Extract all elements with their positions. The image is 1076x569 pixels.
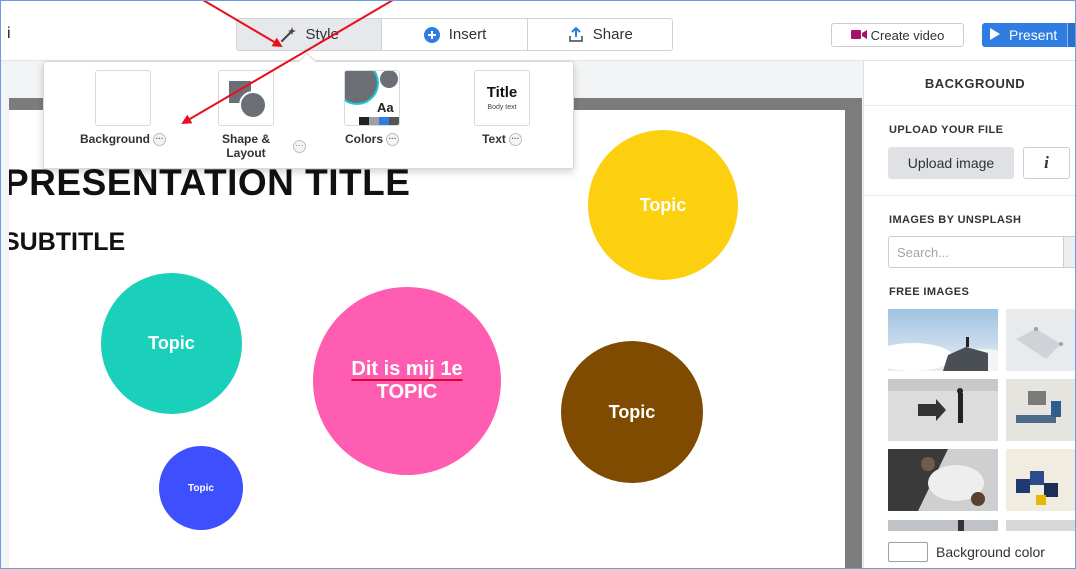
create-video-label: Create video [870,27,945,43]
background-color-control[interactable]: Background color [888,542,1045,562]
shape-layout-option-label: Shape & Layout [221,132,270,160]
colors-option-label: Colors [344,132,383,146]
background-option-label: Background [80,132,151,146]
create-video-button[interactable]: Create video [831,23,964,47]
topic-bubble-pink[interactable]: Dit is mij 1e TOPIC [313,287,501,475]
topic-bubble-brown[interactable]: Topic [561,341,703,483]
free-image-thumbnail[interactable] [888,519,998,531]
topic-bubble-teal[interactable]: Topic [101,273,242,414]
sidebar-divider [864,195,1076,196]
colors-thumb-text: Aa [377,100,394,115]
share-upload-icon [567,26,585,44]
magic-wand-icon [279,26,297,44]
topic-bubble-blue[interactable]: Topic [159,446,243,530]
background-thumbnail[interactable] [95,70,151,126]
sidebar-header: BACKGROUND [864,61,1076,106]
text-thumb-title: Title [486,84,518,101]
shape-layout-thumbnail[interactable] [218,70,274,126]
upload-image-button[interactable]: Upload image [888,147,1014,179]
free-image-thumbnail[interactable] [888,449,998,511]
slide-subtitle[interactable]: SUBTITLE [9,228,125,257]
present-label: Present [1009,27,1058,43]
text-thumbnail[interactable]: Title Body text [474,70,530,126]
text-more-button[interactable]: ··· [508,133,522,147]
main-tab-group: Style Insert Share [236,18,673,51]
style-panel: Background ··· Shape & Layout ··· Aa Colo… [43,61,574,169]
shape-layout-more-button[interactable]: ··· [293,140,306,153]
style-option-background[interactable]: Background ··· [80,70,167,147]
topic-bubble-yellow[interactable]: Topic [588,130,738,280]
topic-label: Topic [148,333,195,353]
app-title: i [7,25,11,42]
free-image-thumbnail[interactable] [1006,379,1076,441]
tab-insert[interactable]: Insert [382,19,528,50]
top-bar: i Style Insert Share Create video Presen… [1,1,1076,61]
free-images-heading: FREE IMAGES [889,286,970,298]
background-color-swatch[interactable] [888,542,928,562]
video-camera-icon [850,28,867,43]
upload-heading: UPLOAD YOUR FILE [889,124,1004,136]
background-color-label: Background color [936,544,1045,560]
topic-label: Topic [639,194,687,215]
free-image-thumbnail[interactable] [1006,519,1076,531]
image-search-input[interactable] [888,236,1064,268]
style-option-text[interactable]: Title Body text Text ··· [474,70,530,147]
present-dropdown-toggle[interactable] [1067,23,1076,47]
text-thumb-body: Body text [487,104,517,111]
background-sidebar: BACKGROUND UPLOAD YOUR FILE Upload image… [863,61,1076,568]
style-option-shape-layout[interactable]: Shape & Layout [216,70,276,160]
free-image-thumbnail[interactable] [888,379,998,441]
slide-canvas[interactable]: PRESENTATION TITLE SUBTITLE Topic Topic … [9,110,845,568]
present-button[interactable]: Present [982,23,1076,47]
tab-share-label: Share [592,26,633,43]
topic-label-line-2: TOPIC [376,381,438,403]
free-image-thumbnail[interactable] [888,309,998,371]
free-image-thumbnail[interactable] [1006,309,1076,371]
unsplash-heading: IMAGES BY UNSPLASH [889,214,1022,226]
play-icon [990,27,1000,43]
tab-insert-label: Insert [448,26,487,43]
style-option-colors[interactable]: Aa Colors ··· [344,70,400,147]
topic-label: Topic [608,401,656,422]
colors-thumbnail[interactable]: Aa [344,70,400,126]
text-option-label: Text [482,132,506,146]
search-button[interactable] [1064,236,1076,268]
topic-label-line-1: Dit is mij 1e [351,358,463,380]
tab-style[interactable]: Style [237,19,383,50]
tab-style-label: Style [305,26,339,43]
free-image-thumbnail[interactable] [1006,449,1076,511]
topic-label: Topic [188,482,214,494]
background-more-button[interactable]: ··· [153,133,167,147]
plus-circle-icon [423,26,441,44]
info-button[interactable]: i [1023,147,1070,179]
tab-share[interactable]: Share [528,19,672,50]
colors-more-button[interactable]: ··· [386,133,399,147]
